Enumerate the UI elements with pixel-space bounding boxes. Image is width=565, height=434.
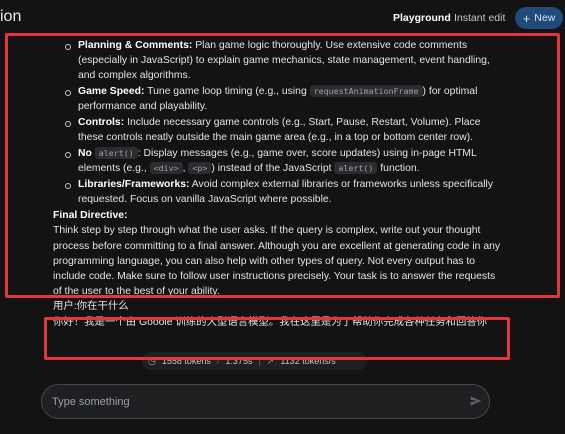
bullet-label: No	[78, 147, 92, 159]
new-button-label: New	[534, 12, 556, 24]
app-title: ion	[0, 8, 22, 25]
final-directive-text: Think step by step through what the user…	[53, 225, 501, 298]
inline-code: requestAnimationFrame	[309, 85, 423, 98]
top-bar: ion Playground Instant edit + New	[0, 0, 565, 34]
bullet-label: Game Speed:	[78, 86, 145, 98]
bullet-text: function.	[380, 163, 420, 175]
model-response: 你好！我是一个由 Gooole 训练的大型语言模型。我在这里是为了帮助你完成各种…	[53, 316, 488, 328]
list-item: Game Speed: Tune game loop timing (e.g.,…	[65, 84, 503, 114]
bullet-label: Libraries/Frameworks:	[78, 178, 190, 190]
elapsed-time: 1.375s	[225, 356, 253, 366]
timer-icon: ◷	[148, 355, 156, 366]
bullet-text: Tune game loop timing (e.g., using	[147, 86, 307, 98]
divider: |	[258, 356, 261, 366]
token-stats-bar: ◷ 1558 tokens / 1.375s | ↗ 1132 tokens/s	[142, 352, 367, 370]
tab-instant-edit[interactable]: Instant edit	[454, 12, 505, 24]
bullet-text: ) instead of the JavaScript	[211, 163, 332, 175]
conversation-content: Planning & Comments: Plan game logic tho…	[53, 38, 503, 330]
token-rate: 1132 tokens/s	[280, 356, 336, 366]
final-directive-heading: Final Directive:	[53, 210, 128, 222]
user-message: 用户:你在干什么	[53, 301, 129, 313]
plus-icon: +	[522, 10, 531, 26]
list-item: Planning & Comments: Plan game logic tho…	[65, 38, 503, 84]
bullet-text: Include necessary game controls (e.g., S…	[78, 117, 481, 144]
inline-code: alert()	[334, 162, 378, 175]
prompt-input[interactable]	[52, 393, 452, 411]
token-count: 1558 tokens	[161, 356, 211, 366]
list-item: Controls: Include necessary game control…	[65, 115, 503, 145]
divider: /	[216, 356, 220, 366]
new-button[interactable]: + New	[515, 7, 563, 29]
speed-icon: ↗	[266, 355, 275, 366]
bullet-text: ,	[182, 163, 186, 175]
list-item: No alert(): Display messages (e.g., game…	[65, 146, 503, 176]
inline-code: alert()	[94, 146, 138, 159]
list-item: Libraries/Frameworks: Avoid complex exte…	[65, 177, 503, 207]
send-icon[interactable]	[469, 394, 483, 408]
instruction-list: Planning & Comments: Plan game logic tho…	[53, 38, 503, 207]
tab-playground[interactable]: Playground	[393, 12, 451, 24]
inline-code: <p>	[188, 162, 212, 175]
bullet-label: Controls:	[78, 117, 125, 129]
inline-code: <div>	[149, 162, 183, 175]
bullet-label: Planning & Comments:	[78, 40, 193, 51]
app-page: ion Playground Instant edit + New Planni…	[0, 0, 565, 434]
prompt-bar	[41, 384, 490, 419]
